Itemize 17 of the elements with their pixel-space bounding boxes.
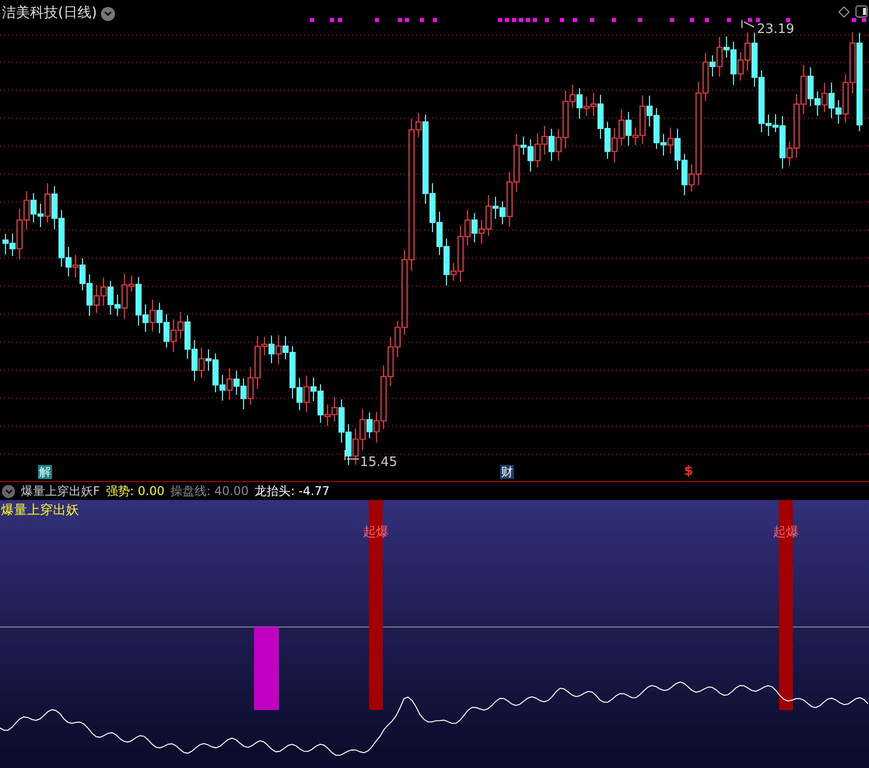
leader-line — [344, 450, 360, 460]
stock-title: 洁美科技(日线) — [2, 4, 97, 23]
legend-value: 操盘线: 40.00 — [170, 483, 249, 500]
panel-label: 爆量上穿出妖 — [1, 502, 79, 520]
legend-value: 龙抬头: -4.77 — [254, 483, 330, 500]
legend-value: 强势: 0.00 — [106, 483, 164, 500]
low-price-label: 15.45 — [360, 454, 398, 472]
event-mark[interactable]: $ — [684, 464, 694, 479]
event-badge[interactable]: 解 — [38, 465, 52, 479]
panel-toggle-icon[interactable] — [855, 5, 868, 18]
dropdown-icon[interactable] — [2, 484, 15, 498]
event-badge[interactable]: 财 — [500, 465, 514, 479]
indicator-name: 爆量上穿出妖F — [21, 483, 100, 500]
high-price-label: 23.19 — [757, 21, 794, 39]
leader-line — [742, 20, 754, 28]
dropdown-icon[interactable] — [100, 6, 115, 20]
diamond-icon[interactable] — [838, 6, 850, 18]
